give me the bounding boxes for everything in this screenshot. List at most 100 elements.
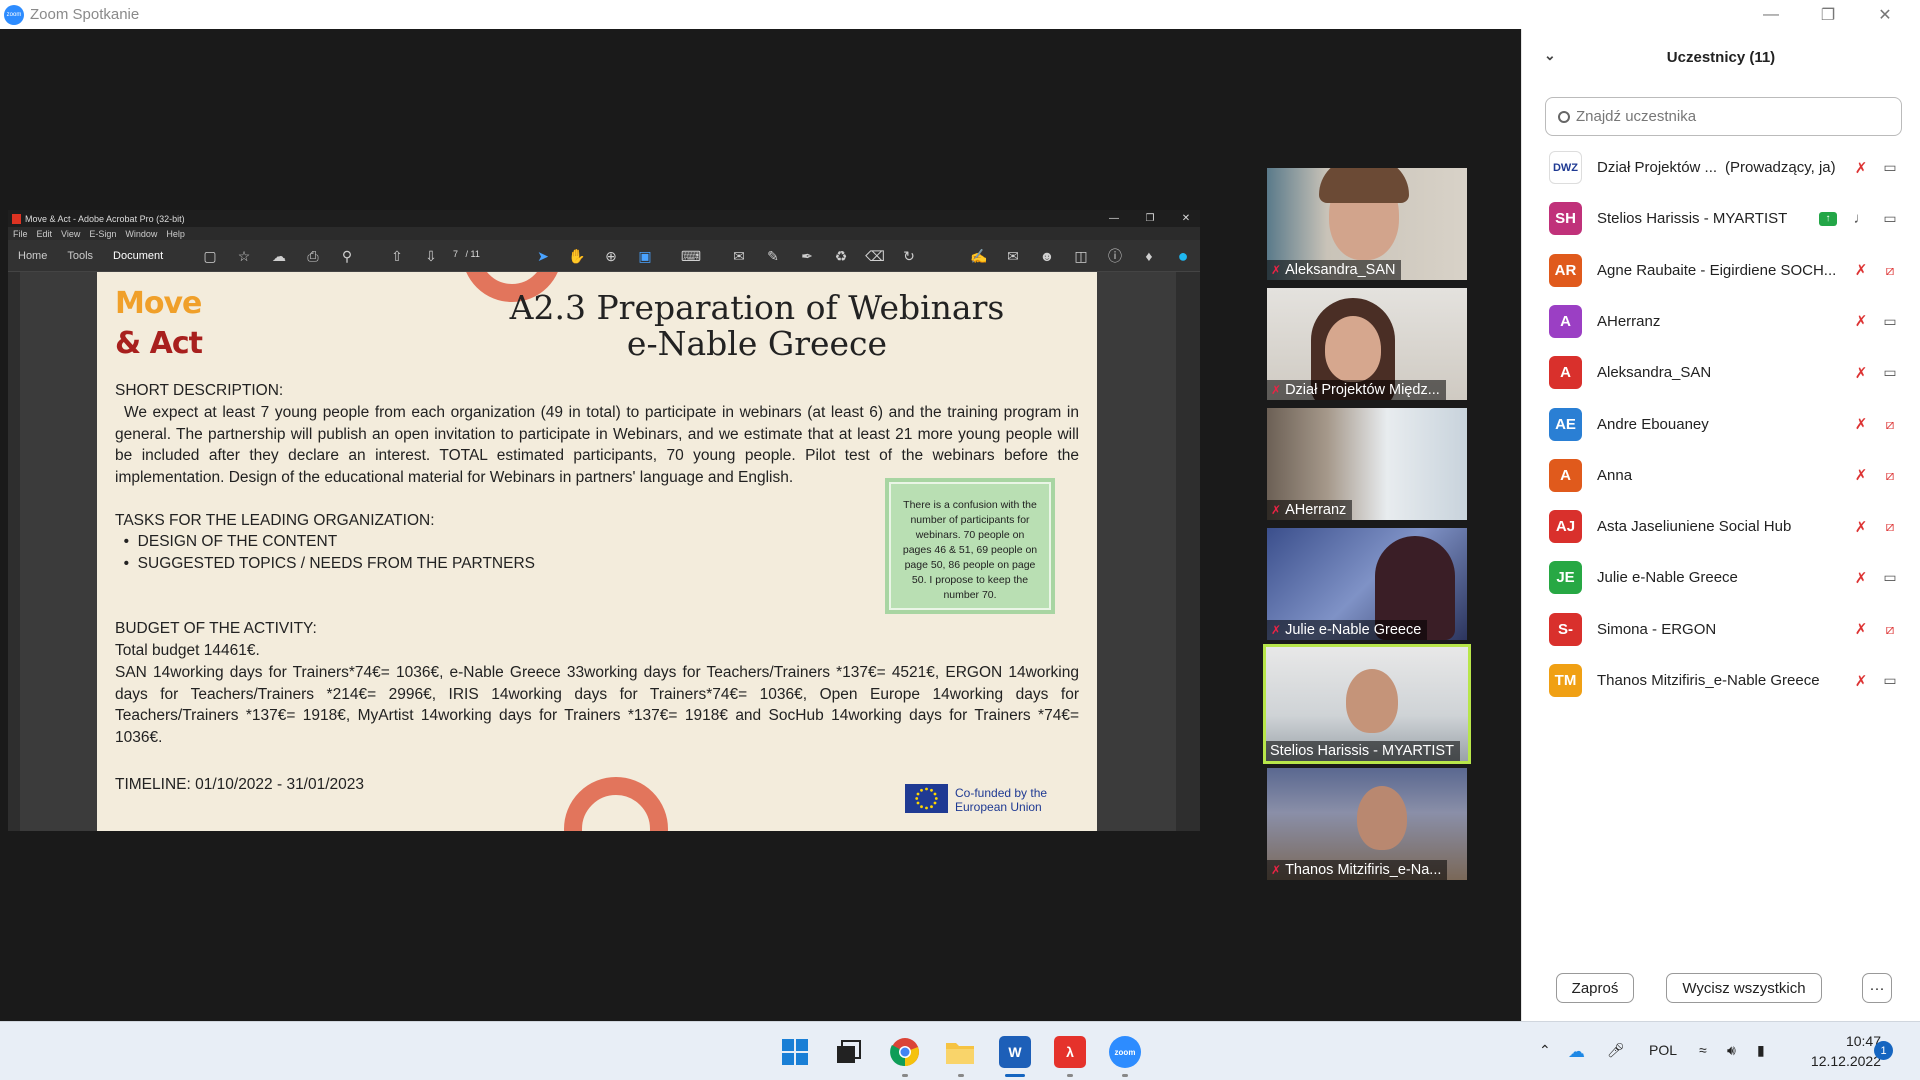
camera-icon[interactable]: ▭	[1879, 363, 1901, 383]
rotate-icon[interactable]: ↻	[900, 247, 918, 265]
upload-icon[interactable]: ☁	[270, 247, 288, 265]
mic-muted-icon[interactable]: ✗	[1851, 619, 1871, 639]
participant-search[interactable]	[1545, 97, 1902, 136]
menu-help[interactable]: Help	[166, 229, 185, 239]
fill-sign-icon[interactable]: ✍	[970, 247, 988, 265]
menu-file[interactable]: File	[13, 229, 28, 239]
microphone-icon[interactable]: 🎤︎	[1607, 1042, 1625, 1059]
camera-off-icon[interactable]: ⧄	[1879, 517, 1901, 537]
camera-icon[interactable]: ▭	[1879, 311, 1901, 331]
participant-row[interactable]: A Aleksandra_SAN ✗ ▭	[1522, 347, 1920, 398]
camera-icon[interactable]: ▭	[1879, 568, 1901, 588]
mic-muted-icon[interactable]: ✗	[1851, 671, 1871, 691]
keyboard-icon[interactable]: ⌨	[681, 247, 701, 265]
video-tile[interactable]: ✗ Dział Projektów Międz...	[1267, 288, 1467, 400]
stamp-icon[interactable]: ♻	[832, 247, 850, 265]
mic-muted-icon[interactable]: ✗	[1851, 311, 1871, 331]
acrobat-minimize-icon[interactable]: —	[1096, 210, 1132, 227]
page-up-icon[interactable]: ⇧	[388, 247, 406, 265]
participant-row[interactable]: AR Agne Raubaite - Eigirdiene SOCH... ✗ ⧄	[1522, 245, 1920, 296]
account-icon[interactable]: ●	[1174, 246, 1192, 266]
select-cursor-icon[interactable]: ➤	[534, 247, 552, 265]
more-button[interactable]: ···	[1862, 973, 1892, 1003]
zoom-in-icon[interactable]: ⊕	[602, 247, 620, 265]
page-down-icon[interactable]: ⇩	[422, 247, 440, 265]
help-icon[interactable]: ⓘ	[1106, 247, 1124, 265]
mic-muted-icon[interactable]: ✗	[1851, 465, 1871, 485]
participant-row[interactable]: S- Simona - ERGON ✗ ⧄	[1522, 604, 1920, 655]
zoom-app-icon[interactable]: zoom	[1109, 1036, 1141, 1068]
fit-page-icon[interactable]: ▣	[636, 247, 654, 265]
mic-muted-icon[interactable]: ✗	[1851, 260, 1871, 280]
mic-muted-icon[interactable]: ✗	[1851, 568, 1871, 588]
participant-row[interactable]: AJ Asta Jaseliuniene Social Hub ✗ ⧄	[1522, 501, 1920, 552]
mic-muted-icon[interactable]: ✗	[1851, 414, 1871, 434]
tab-home[interactable]: Home	[8, 240, 57, 272]
participant-row[interactable]: A Anna ✗ ⧄	[1522, 450, 1920, 501]
search-input[interactable]	[1576, 108, 1876, 125]
share-user-icon[interactable]: ☻	[1038, 247, 1056, 265]
camera-icon[interactable]: ▭	[1879, 671, 1901, 691]
video-tile[interactable]: ✗ AHerranz	[1267, 408, 1467, 520]
menu-edit[interactable]: Edit	[37, 229, 53, 239]
windows-start-icon[interactable]	[779, 1036, 811, 1068]
mail-icon[interactable]: ✉	[1004, 247, 1022, 265]
restore-icon[interactable]: ❐	[1800, 0, 1856, 29]
camera-off-icon[interactable]: ⧄	[1879, 465, 1901, 485]
invite-button[interactable]: Zaproś	[1556, 973, 1634, 1003]
menu-view[interactable]: View	[61, 229, 80, 239]
file-explorer-icon[interactable]	[944, 1036, 976, 1068]
clock-date[interactable]: 12.12.2022	[1797, 1053, 1881, 1069]
video-tile[interactable]: ✗ Thanos Mitzifiris_e-Na...	[1267, 768, 1467, 880]
video-tile[interactable]: ✗ Julie e-Nable Greece	[1267, 528, 1467, 640]
right-panel-collapse[interactable]	[1176, 272, 1200, 831]
participant-row[interactable]: SH Stelios Harissis - MYARTIST ↑ ♩ ▭	[1522, 193, 1920, 244]
task-view-icon[interactable]	[833, 1036, 865, 1068]
chevron-down-icon[interactable]: ⌄	[1544, 47, 1556, 64]
word-icon[interactable]: W	[999, 1036, 1031, 1068]
acrobat-icon[interactable]: λ	[1054, 1036, 1086, 1068]
mic-muted-icon[interactable]: ✗	[1851, 363, 1871, 383]
close-icon[interactable]: ✕	[1857, 0, 1913, 29]
mic-muted-icon[interactable]: ✗	[1851, 517, 1871, 537]
mic-icon[interactable]: ♩	[1851, 209, 1871, 229]
camera-off-icon[interactable]: ⧄	[1879, 414, 1901, 434]
participant-row[interactable]: DWZ Dział Projektów ... (Prowadzący, ja) ✗ ▭	[1522, 142, 1920, 193]
chevron-up-icon[interactable]: ⌃	[1539, 1042, 1551, 1059]
minimize-icon[interactable]: —	[1743, 0, 1799, 29]
battery-icon[interactable]: ▮	[1757, 1042, 1765, 1059]
acrobat-restore-icon[interactable]: ❐	[1132, 210, 1168, 227]
video-tile[interactable]: ✗ Aleksandra_SAN	[1267, 168, 1467, 280]
star-icon[interactable]: ☆	[235, 247, 253, 265]
onedrive-icon[interactable]: ☁	[1568, 1042, 1585, 1062]
mic-muted-icon[interactable]: ✗	[1851, 158, 1871, 178]
camera-off-icon[interactable]: ⧄	[1879, 619, 1901, 639]
participant-row[interactable]: A AHerranz ✗ ▭	[1522, 296, 1920, 347]
pen-icon[interactable]: ✎	[764, 247, 782, 265]
video-tile-active-speaker[interactable]: Stelios Harissis - MYARTIST	[1263, 644, 1471, 764]
notification-badge[interactable]: 1	[1874, 1041, 1893, 1060]
participant-row[interactable]: AE Andre Ebouaney ✗ ⧄	[1522, 399, 1920, 450]
save-icon[interactable]: ▢	[201, 247, 219, 265]
menu-esign[interactable]: E-Sign	[89, 229, 116, 239]
participant-row[interactable]: TM Thanos Mitzifiris_e-Nable Greece ✗ ▭	[1522, 655, 1920, 706]
comment-icon[interactable]: ✉	[730, 247, 748, 265]
chrome-icon[interactable]	[889, 1036, 921, 1068]
menu-window[interactable]: Window	[125, 229, 157, 239]
language-indicator[interactable]: POL	[1649, 1042, 1677, 1058]
print-icon[interactable]: ⎙	[304, 247, 322, 265]
acrobat-close-icon[interactable]: ✕	[1168, 210, 1204, 227]
sign-icon[interactable]: ✒	[798, 247, 816, 265]
zoom-search-icon[interactable]: ⚲	[338, 247, 356, 265]
page-counter[interactable]: 7 / 11	[453, 249, 480, 259]
wifi-icon[interactable]: ≈	[1699, 1042, 1707, 1058]
clock-time[interactable]: 10:47	[1829, 1033, 1881, 1049]
bell-icon[interactable]: ♦	[1140, 247, 1158, 265]
participant-row[interactable]: JE Julie e-Nable Greece ✗ ▭	[1522, 552, 1920, 603]
camera-off-icon[interactable]: ⧄	[1879, 260, 1901, 280]
tab-tools[interactable]: Tools	[57, 240, 103, 272]
screen-icon[interactable]: ◫	[1072, 247, 1090, 265]
camera-icon[interactable]: ▭	[1879, 209, 1901, 229]
hand-icon[interactable]: ✋	[568, 247, 586, 265]
camera-icon[interactable]: ▭	[1879, 158, 1901, 178]
